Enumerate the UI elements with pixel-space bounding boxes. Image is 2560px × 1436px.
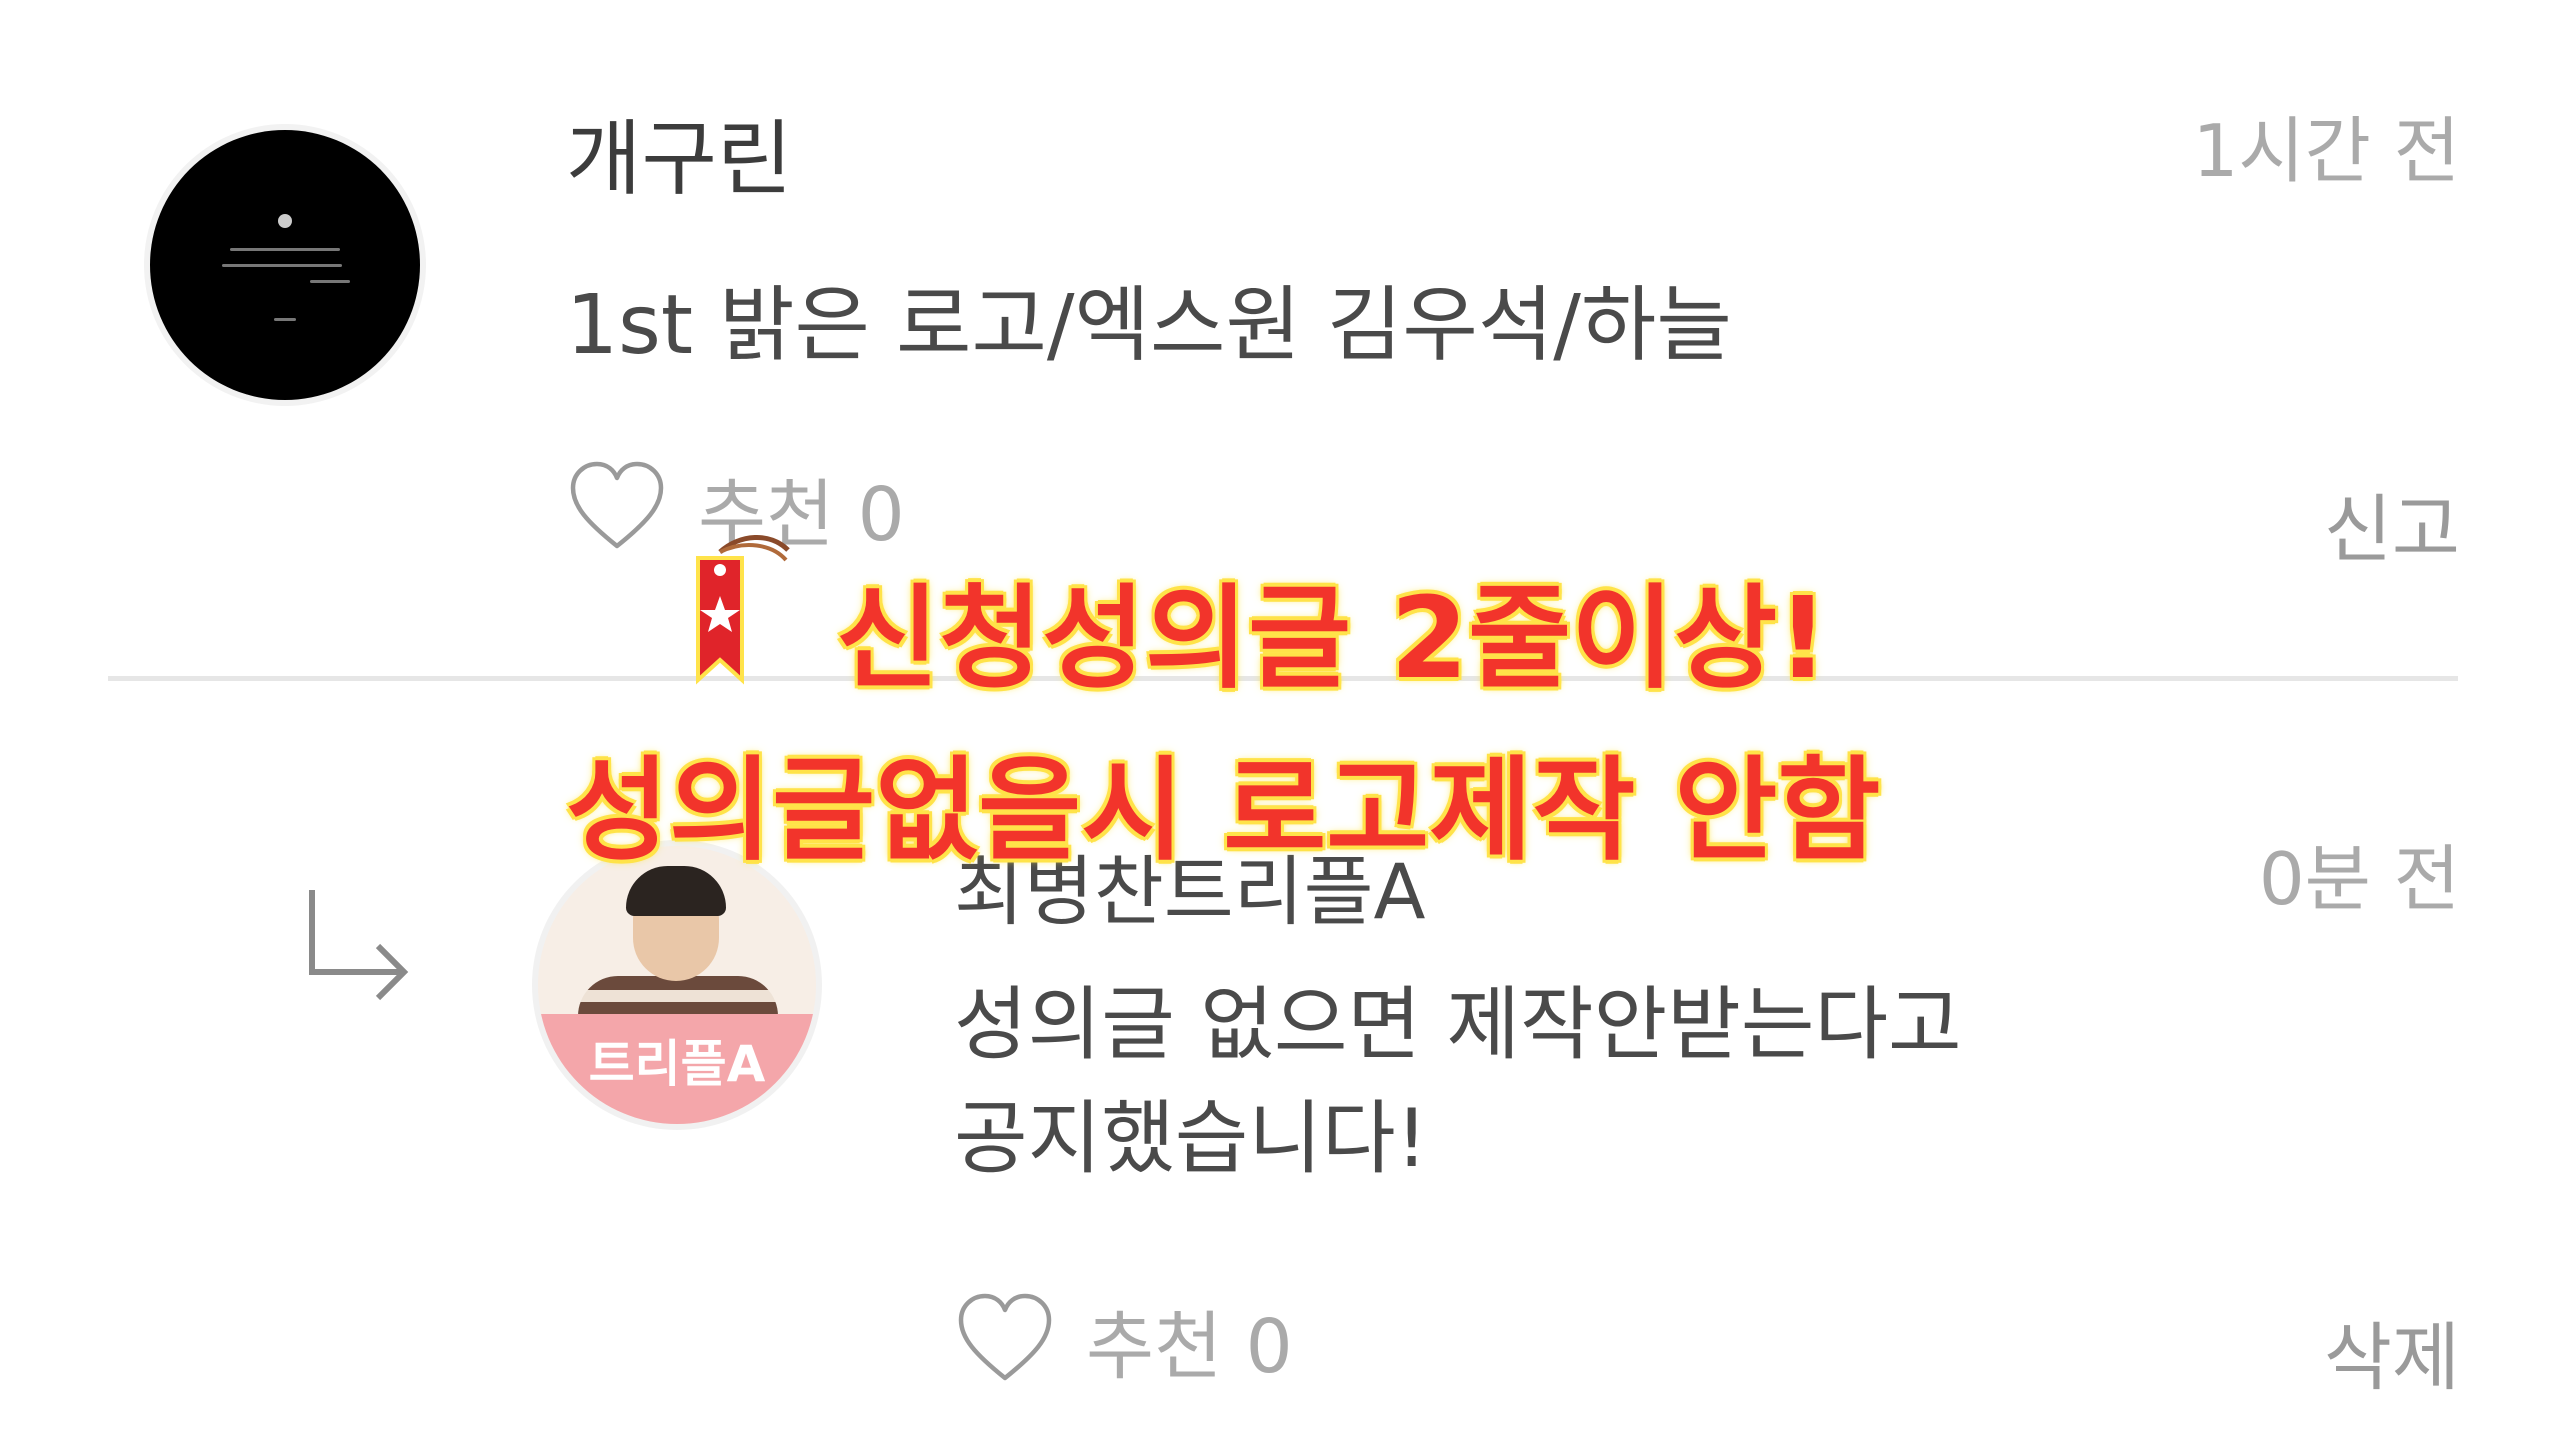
reply-body: 성의글 없으면 제작안받는다고 공지했습니다!: [954, 968, 2254, 1196]
moon-icon: [278, 214, 292, 228]
delete-button[interactable]: 삭제: [2324, 1298, 2460, 1405]
reply-time: 0분 전: [2258, 837, 2460, 921]
comment-author[interactable]: 개구린: [566, 92, 792, 211]
heart-outline-icon: [570, 461, 664, 549]
avatar-text-line: [310, 280, 350, 283]
bookmark-tag-icon: [696, 535, 790, 685]
reply-body-line: 성의글 없으면 제작안받는다고: [954, 978, 1962, 1071]
avatar-band-text: 트리플A: [588, 1035, 766, 1093]
avatar-text-line: [230, 248, 340, 251]
overlay-notice-line1: 신청성의글 2줄이상!: [836, 574, 1829, 704]
reply-like-button[interactable]: 추천 0: [954, 1290, 1293, 1390]
reply-arrow-icon: [309, 890, 409, 1001]
report-button[interactable]: 신고: [2324, 470, 2460, 577]
reply-avatar[interactable]: 트리플A: [538, 846, 816, 1124]
comment-time: 1시간 전: [2192, 109, 2460, 193]
overlay-notice-line2: 성의글없을시 로고제작 안함: [566, 746, 1881, 876]
comment-body: 1st 밝은 로고/엑스원 김우석/하늘: [566, 278, 1732, 373]
reply-body-line: 공지했습니다!: [954, 1092, 1428, 1185]
avatar-text-line: [274, 318, 296, 321]
reply-like-count-label: 추천 0: [1086, 1303, 1293, 1390]
avatar-text-line: [222, 264, 342, 267]
avatar[interactable]: [150, 130, 420, 400]
heart-outline-icon: [958, 1293, 1052, 1381]
